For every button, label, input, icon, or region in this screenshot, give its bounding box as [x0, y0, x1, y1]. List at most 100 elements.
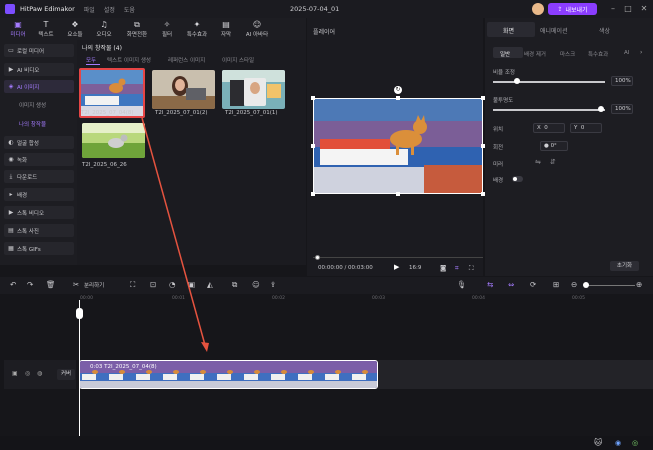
delete-icon[interactable]: 🗑: [46, 280, 56, 289]
tab-audio[interactable]: ♫ 오디오: [90, 18, 118, 40]
sidebar-item-stock-gifs[interactable]: ▦ 스톡 GIFs: [4, 242, 74, 255]
close-icon[interactable]: ✕: [637, 2, 651, 16]
subtab-bg-remove[interactable]: 배경 제거: [524, 50, 546, 58]
sidebar-item-face-swap[interactable]: ◐ 얼굴 합성: [4, 136, 74, 149]
track-video-icon[interactable]: ▣: [12, 370, 18, 377]
media-tab-reference[interactable]: 레퍼런스 이미지: [168, 56, 205, 64]
menu-settings[interactable]: 설정: [104, 5, 115, 14]
playhead-handle[interactable]: [76, 308, 83, 319]
tab-color[interactable]: 색상: [599, 26, 610, 35]
chrome-icon[interactable]: ◎: [632, 439, 638, 447]
opacity-value[interactable]: 100%: [611, 104, 633, 114]
sidebar-subitem-my-creations[interactable]: 나의 창작물: [19, 120, 46, 128]
sidebar-item-stock-photo[interactable]: ▤ 스톡 사진: [4, 224, 74, 237]
sidebar-item-record[interactable]: ◉ 녹화: [4, 153, 74, 166]
position-x-input[interactable]: X 0: [533, 123, 565, 133]
screenshot-icon[interactable]: ▣: [188, 280, 195, 289]
tab-animation[interactable]: 애니메이션: [540, 26, 568, 35]
speed-icon[interactable]: ◔: [169, 280, 176, 289]
zoom-slider-knob[interactable]: [583, 282, 589, 288]
mask-icon[interactable]: ◭: [207, 280, 213, 289]
play-icon[interactable]: ▶: [394, 263, 399, 271]
resize-handle[interactable]: [396, 192, 400, 196]
zoom-fit-icon[interactable]: ⊞: [553, 280, 559, 289]
scale-value[interactable]: 100%: [611, 76, 633, 86]
resize-handle[interactable]: [396, 96, 400, 100]
subtab-mask[interactable]: 마스크: [560, 50, 575, 58]
tab-text[interactable]: T 텍스트: [32, 18, 60, 40]
opacity-slider-knob[interactable]: [598, 106, 604, 112]
flip-horizontal-icon[interactable]: ⇋: [535, 158, 541, 166]
loop-icon[interactable]: ⟳: [530, 280, 536, 289]
crop-icon[interactable]: ⛶: [130, 280, 135, 290]
reset-button[interactable]: 초기화: [610, 261, 639, 271]
resize-handle[interactable]: [311, 192, 315, 196]
menu-file[interactable]: 파일: [84, 5, 95, 14]
aspect-ratio-select[interactable]: 16:9: [409, 265, 421, 271]
tab-elements[interactable]: ❖ 요소들: [61, 18, 89, 40]
split-label[interactable]: 분리하기: [84, 281, 104, 289]
scale-slider-knob[interactable]: [514, 78, 520, 84]
help-icon[interactable]: ◉: [615, 439, 621, 447]
media-tab-text-to-image[interactable]: 텍스트 이미지 생성: [107, 56, 151, 64]
scrubber-knob[interactable]: [315, 255, 320, 260]
media-tab-style[interactable]: 이미지 스타일: [222, 56, 254, 64]
sidebar-item-download[interactable]: ⤓ 다운로드: [4, 170, 74, 183]
tab-screen[interactable]: 화면: [503, 26, 514, 35]
chevron-right-icon[interactable]: ›: [640, 49, 642, 56]
tab-transition[interactable]: ⧉ 화면전환: [121, 18, 153, 40]
export-button[interactable]: ⇪ 내보내기: [548, 3, 597, 15]
media-item[interactable]: [82, 123, 145, 158]
cover-button[interactable]: 커버: [57, 369, 75, 380]
tab-ai-avatar[interactable]: ☺ AI 아바타: [240, 18, 274, 40]
sidebar-subitem-image-generate[interactable]: 이미지 생성: [19, 101, 46, 109]
opacity-slider[interactable]: [493, 109, 605, 111]
resize-handle[interactable]: [311, 144, 315, 148]
link-icon[interactable]: ⇆: [487, 280, 493, 289]
fullscreen-icon[interactable]: ⛶: [469, 264, 474, 273]
tab-media[interactable]: ▣ 미디어: [4, 18, 32, 40]
sidebar-item-stock-video[interactable]: ▶ 스톡 비디오: [4, 206, 74, 219]
transform-icon[interactable]: ⧉: [232, 280, 237, 290]
sidebar-item-background[interactable]: ▸ 배경: [4, 188, 74, 201]
playhead[interactable]: [79, 300, 80, 445]
time-ruler[interactable]: [79, 294, 653, 304]
person-icon[interactable]: ☺: [252, 280, 260, 289]
maximize-icon[interactable]: □: [621, 2, 635, 16]
media-tab-all[interactable]: 모두: [86, 56, 96, 64]
split-icon[interactable]: ✂: [73, 280, 79, 289]
media-item[interactable]: [222, 70, 285, 109]
scale-slider[interactable]: [493, 81, 605, 83]
tab-filter[interactable]: ✧ 필터: [153, 18, 181, 40]
tab-effects[interactable]: ✦ 특수효과: [182, 18, 212, 40]
sidebar-item-ai-image[interactable]: ◈ AI 이미지: [4, 80, 74, 93]
mic-icon[interactable]: 🎙: [457, 280, 467, 289]
subtab-ai[interactable]: AI: [624, 50, 629, 56]
lock-icon[interactable]: ◍: [37, 370, 42, 377]
export-frame-icon[interactable]: ⇪: [270, 280, 276, 289]
menu-help[interactable]: 도움: [124, 5, 135, 14]
resize-handle[interactable]: [311, 96, 315, 100]
subtab-effects[interactable]: 특수효과: [588, 50, 608, 58]
freeze-icon[interactable]: ⊡: [150, 280, 156, 289]
sidebar-item-local-media[interactable]: ▭ 로컬 미디어: [4, 44, 74, 57]
rotate-input[interactable]: ● 0°: [540, 141, 568, 151]
minimize-icon[interactable]: –: [606, 2, 620, 16]
media-item[interactable]: [152, 70, 215, 109]
flip-vertical-icon[interactable]: ⇵: [550, 158, 556, 166]
tab-subtitle[interactable]: ▤ 자막: [212, 18, 240, 40]
redo-icon[interactable]: ↷: [27, 280, 33, 289]
subtab-general[interactable]: 일반: [500, 50, 510, 58]
sidebar-item-ai-video[interactable]: ▶ AI 비디오: [4, 63, 74, 76]
preview-scrubber[interactable]: [313, 257, 483, 258]
zoom-out-icon[interactable]: ⊖: [571, 280, 577, 289]
zoom-in-icon[interactable]: ⊕: [636, 280, 642, 289]
undo-icon[interactable]: ↶: [10, 280, 16, 289]
zoom-slider[interactable]: [585, 285, 635, 286]
user-avatar[interactable]: [532, 3, 544, 15]
grid-icon[interactable]: ⌗: [455, 264, 459, 273]
magnet-icon[interactable]: ⇔: [508, 280, 514, 289]
position-y-input[interactable]: Y 0: [570, 123, 602, 133]
snapshot-icon[interactable]: ◙: [440, 264, 446, 272]
preview-canvas[interactable]: [313, 98, 483, 194]
